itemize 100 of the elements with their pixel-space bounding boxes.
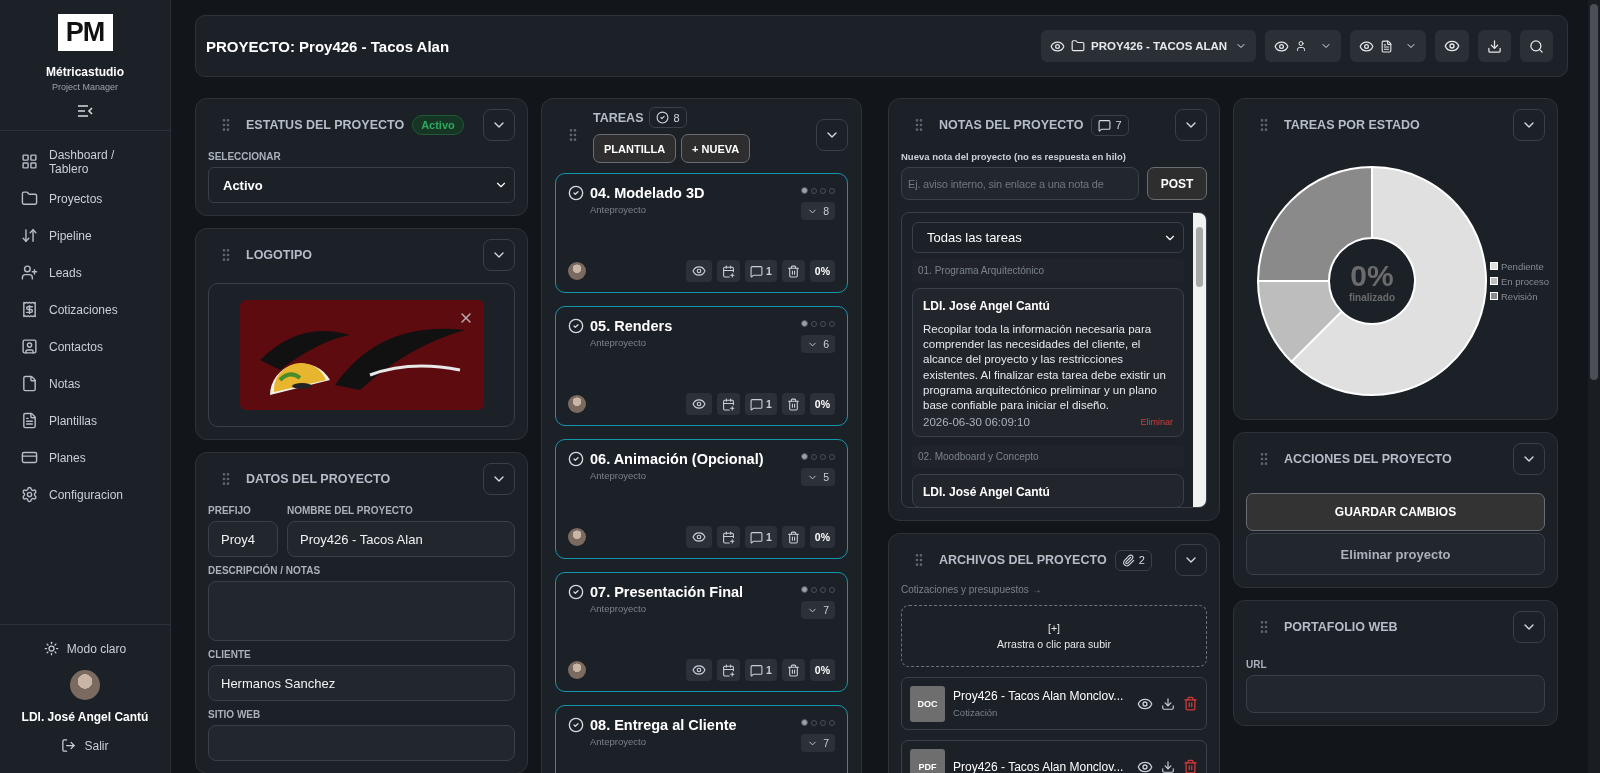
note-input[interactable]: Ej. aviso interno, sin enlace a una nota de [901, 167, 1139, 200]
nav-item[interactable]: Notas [0, 365, 170, 402]
subtask-toggle[interactable]: 6 [801, 335, 835, 353]
nav-item[interactable]: Leads [0, 254, 170, 291]
download-button[interactable] [1161, 759, 1175, 773]
nav-item[interactable]: Plantillas [0, 402, 170, 439]
assignee-avatar [568, 395, 586, 413]
task-card[interactable]: 07. Presentación Final Anteproyecto 7 1 0% [555, 572, 848, 692]
assignee-avatar [568, 262, 586, 280]
view-button[interactable] [685, 526, 712, 548]
upload-dropzone[interactable]: [+] Arrastra o clic para subir [901, 605, 1207, 667]
assignee-avatar [568, 528, 586, 546]
collapse-button[interactable] [816, 119, 848, 151]
file-name: Proy426 - Tacos Alan Monclov... [953, 689, 1125, 703]
file-item[interactable]: DOC Proy426 - Tacos Alan Monclov... Cotización [901, 677, 1207, 730]
task-card[interactable]: 05. Renders Anteproyecto 6 1 0% [555, 306, 848, 426]
comments-button[interactable]: 1 [744, 393, 777, 415]
task-card[interactable]: 04. Modelado 3D Anteproyecto 8 1 0% [555, 173, 848, 293]
input-field[interactable]: Proy4 [208, 521, 278, 557]
scrollbar[interactable] [1193, 213, 1206, 507]
input-field[interactable] [208, 725, 515, 761]
subtask-toggle[interactable]: 8 [801, 202, 835, 220]
quotes-link[interactable]: Cotizaciones y presupuestos → [901, 584, 1207, 595]
schedule-button[interactable] [716, 260, 740, 282]
textarea-field[interactable] [208, 581, 515, 641]
collapse-button[interactable] [1175, 544, 1207, 576]
task-filter-select[interactable]: Todas las tareas [912, 222, 1184, 253]
collapse-button[interactable] [1175, 109, 1207, 141]
task-action-button[interactable]: + NUEVA [681, 134, 751, 163]
schedule-button[interactable] [716, 393, 740, 415]
view-button[interactable] [685, 659, 712, 681]
task-card[interactable]: 06. Animación (Opcional) Anteproyecto 5 1 0% [555, 439, 848, 559]
download-icon [1487, 38, 1502, 54]
view-button[interactable] [685, 393, 712, 415]
comments-button[interactable]: 1 [744, 526, 777, 548]
delete-button[interactable] [781, 393, 805, 415]
document-view-dropdown[interactable] [1350, 30, 1426, 62]
eye-icon [1444, 38, 1460, 54]
eye-icon [691, 663, 706, 677]
nav-item[interactable]: Dashboard / Tablero [0, 143, 170, 180]
nav-item[interactable]: Planes [0, 439, 170, 476]
input-field[interactable]: Hermanos Sanchez [208, 665, 515, 701]
subtask-toggle[interactable]: 7 [801, 734, 835, 752]
theme-toggle[interactable]: Modo claro [43, 641, 127, 656]
collapse-button[interactable] [483, 109, 515, 141]
note-text: Recopilar toda la información necesaria para comprender las necesidades del cliente, el alcance del proyecto y las restricciones existentes. Al finalizar esta tarea debe existir un programa arquitectónico preliminar y un plano base confiable para iniciar el diseño. [923, 322, 1167, 413]
search-button[interactable] [1520, 30, 1553, 62]
note-author: LDI. José Angel Cantú [923, 485, 1051, 500]
calendar-icon [721, 397, 735, 411]
url-field[interactable] [1246, 675, 1545, 713]
upload-mark: [+] [1048, 622, 1060, 634]
schedule-button[interactable] [716, 526, 740, 548]
delete-button[interactable] [781, 260, 805, 282]
nav-item[interactable]: Configuracion [0, 476, 170, 513]
trash-icon [786, 397, 800, 411]
delete-button[interactable] [781, 659, 805, 681]
input-field[interactable]: Proy426 - Tacos Alan [287, 521, 515, 557]
subtask-toggle[interactable]: 5 [801, 468, 835, 486]
save-button[interactable]: GUARDAR CAMBIOS [1246, 493, 1545, 531]
task-card[interactable]: 08. Entrega al Cliente Anteproyecto 7 [555, 705, 848, 773]
client-view-dropdown[interactable] [1265, 30, 1341, 62]
task-action-button[interactable]: PLANTILLA [593, 134, 677, 163]
comments-button[interactable]: 1 [744, 659, 777, 681]
download-button[interactable] [1478, 30, 1511, 62]
task-group-heading: 02. Moodboard y Concepto [912, 445, 1184, 469]
status-select[interactable]: Activo [208, 167, 515, 203]
view-button[interactable] [685, 260, 712, 282]
post-button[interactable]: POST [1147, 167, 1207, 200]
page-scrollbar[interactable] [1588, 0, 1600, 773]
download-button[interactable] [1161, 696, 1175, 711]
collapse-button[interactable] [483, 239, 515, 271]
user-avatar [70, 670, 100, 700]
collapse-button[interactable] [1513, 443, 1545, 475]
schedule-button[interactable] [716, 659, 740, 681]
collapse-button[interactable] [1513, 109, 1545, 141]
delete-button[interactable] [781, 526, 805, 548]
task-phase: Anteproyecto [590, 337, 647, 348]
logout-button[interactable]: Salir [61, 738, 109, 753]
collapse-menu-icon[interactable] [77, 104, 93, 118]
collapse-button[interactable] [1513, 611, 1545, 643]
nav-item[interactable]: Proyectos [0, 180, 170, 217]
folder-icon [21, 190, 38, 207]
card-title: NOTAS DEL PROYECTO [939, 118, 1084, 132]
chart-center-value: 0% [1350, 259, 1394, 292]
trash-icon [1183, 696, 1198, 711]
file-item[interactable]: PDF Proy426 - Tacos Alan Monclov... [901, 740, 1207, 773]
task-phase: Anteproyecto [590, 736, 647, 747]
subtask-toggle[interactable]: 7 [801, 601, 835, 619]
preview-button[interactable] [1435, 30, 1469, 62]
comments-button[interactable]: 1 [744, 260, 777, 282]
calendar-icon [721, 530, 735, 544]
legend-item: Pendiente [1490, 260, 1550, 272]
nav-item[interactable]: Pipeline [0, 217, 170, 254]
dashboard-icon [21, 153, 38, 170]
delete-project-button[interactable]: Eliminar proyecto [1246, 533, 1545, 575]
collapse-button[interactable] [483, 463, 515, 495]
nav-item[interactable]: Contactos [0, 328, 170, 365]
progress-chip: 0% [809, 526, 835, 548]
project-dropdown[interactable]: PROY426 - TACOS ALAN [1041, 30, 1256, 62]
nav-item[interactable]: Cotizaciones [0, 291, 170, 328]
